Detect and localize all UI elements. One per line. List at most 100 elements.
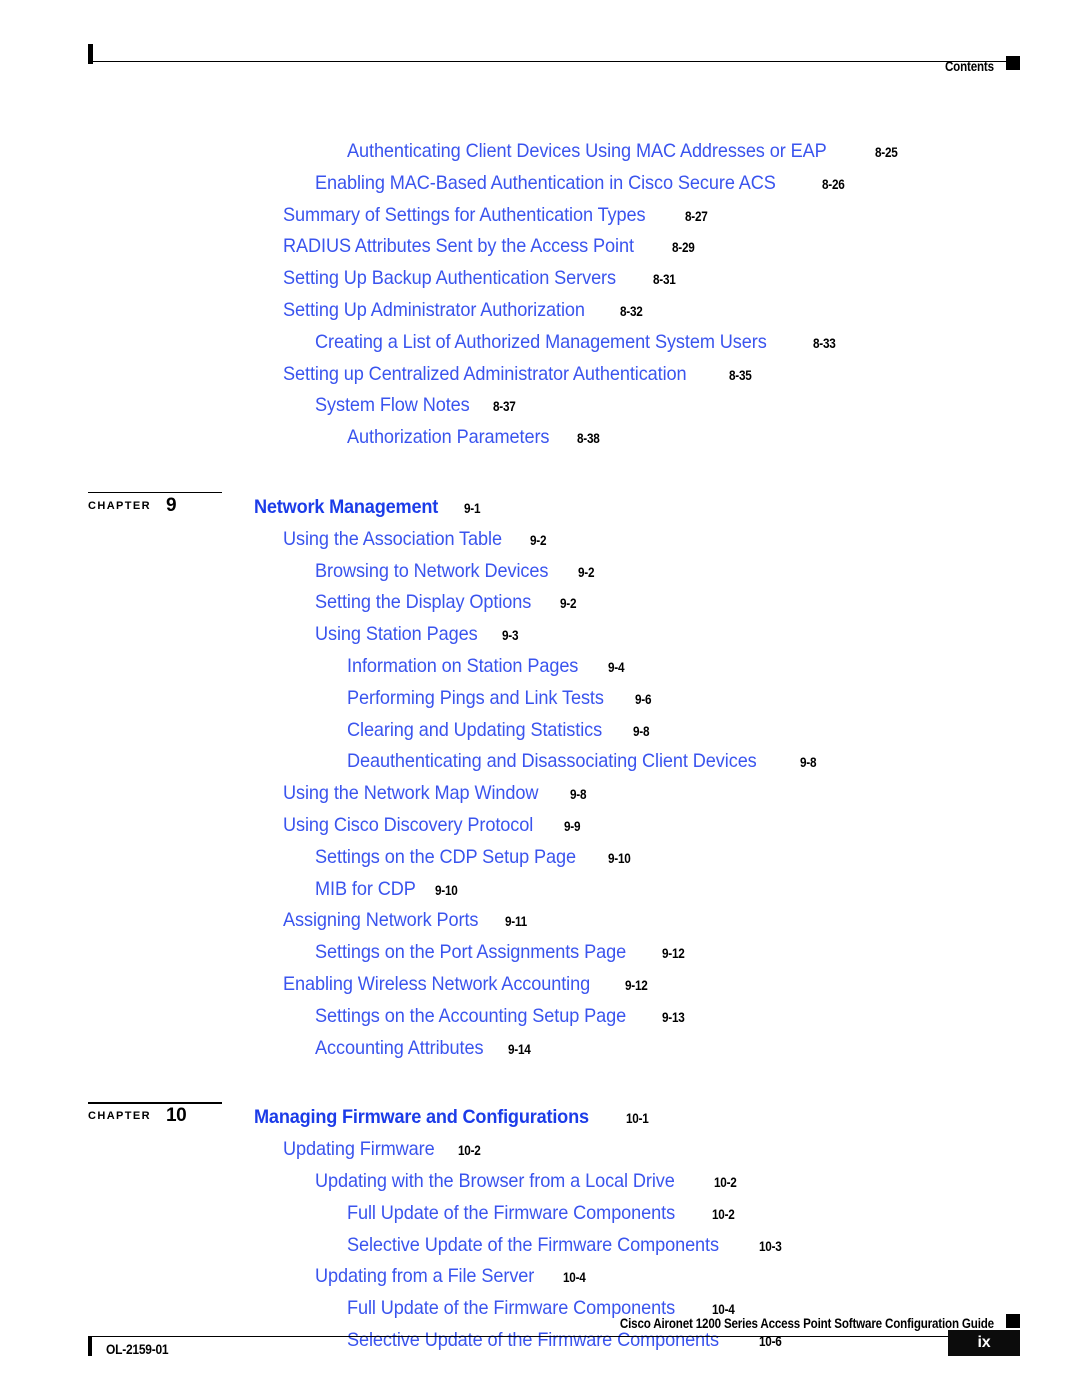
- toc-entry-link[interactable]: Browsing to Network Devices: [315, 560, 548, 583]
- toc-entry-row: Setting up Centralized Administrator Aut…: [0, 363, 1080, 395]
- toc-page-number: 9-8: [799, 754, 817, 771]
- toc-page-number: 10-4: [562, 1269, 586, 1286]
- toc-page-number: 8-29: [672, 239, 695, 256]
- toc-entry-link[interactable]: Enabling MAC-Based Authentication in Cis…: [315, 172, 776, 195]
- toc-entry-link[interactable]: Updating with the Browser from a Local D…: [315, 1170, 675, 1193]
- toc-entry-link[interactable]: Setting the Display Options: [315, 591, 531, 614]
- toc-page-number: 9-6: [635, 690, 652, 707]
- toc-page-number: 9-2: [577, 563, 595, 580]
- toc-entry-row: Authorization Parameters 8-38: [0, 426, 1080, 458]
- toc-page-number: 8-35: [728, 366, 752, 383]
- toc-page-number: 10-3: [758, 1237, 782, 1254]
- toc-page-number: 9-12: [625, 976, 648, 993]
- toc-entry-row: MIB for CDP 9-10: [0, 878, 1080, 910]
- toc-page-number: 9-10: [607, 849, 631, 866]
- toc-entry-link[interactable]: Setting Up Administrator Authorization: [283, 299, 585, 322]
- toc-entry-link[interactable]: Setting Up Backup Authentication Servers: [283, 267, 616, 290]
- toc-page-number: 9-11: [505, 913, 528, 930]
- toc-entry-row: Full Update of the Firmware Components 10…: [0, 1202, 1080, 1234]
- chapter-label: CHAPTER: [88, 1110, 151, 1123]
- toc-entry-row: Setting the Display Options 9-2: [0, 591, 1080, 623]
- toc-entry-link[interactable]: Clearing and Updating Statistics: [347, 719, 602, 742]
- toc-entry-link[interactable]: System Flow Notes: [315, 394, 470, 417]
- footer-rule: [91, 1336, 1020, 1337]
- header-title: Contents: [945, 59, 994, 74]
- toc-entry-row: Using the Network Map Window 9-8: [0, 782, 1080, 814]
- footer-document-number: OL-2159-01: [106, 1341, 169, 1357]
- toc-entry-row: Using Station Pages 9-3: [0, 623, 1080, 655]
- toc-entry-link[interactable]: Authorization Parameters: [347, 426, 549, 449]
- toc-entry-link[interactable]: Using Cisco Discovery Protocol: [283, 814, 533, 837]
- table-of-contents: Authenticating Client Devices Using MAC …: [0, 140, 1080, 1361]
- toc-entry-link[interactable]: Using Station Pages: [315, 623, 478, 646]
- toc-page-number: 9-9: [564, 817, 581, 834]
- toc-entry-row: Setting Up Backup Authentication Servers…: [0, 267, 1080, 299]
- toc-entry-row: Browsing to Network Devices 9-2: [0, 560, 1080, 592]
- toc-entry-link[interactable]: Authenticating Client Devices Using MAC …: [347, 140, 827, 163]
- toc-entry-link[interactable]: Settings on the Accounting Setup Page: [315, 1005, 626, 1028]
- toc-page-number: 8-25: [874, 144, 898, 160]
- toc-entry-link[interactable]: Performing Pings and Link Tests: [347, 687, 604, 710]
- chapter-marker: CHAPTER 9: [88, 491, 258, 522]
- toc-entry-row: Selective Update of the Firmware Compone…: [0, 1234, 1080, 1266]
- toc-entry-link[interactable]: Full Update of the Firmware Components: [347, 1202, 675, 1225]
- toc-page-number: 8-37: [493, 398, 516, 415]
- toc-entry-link[interactable]: Accounting Attributes: [315, 1037, 484, 1060]
- toc-section-spacer: [0, 458, 1080, 496]
- footer-page-number: ix: [977, 1334, 991, 1351]
- toc-entry-link[interactable]: Selective Update of the Firmware Compone…: [347, 1234, 719, 1257]
- chapter-rule: [88, 491, 222, 494]
- toc-entry-link[interactable]: MIB for CDP: [315, 878, 416, 901]
- toc-page-number: 9-2: [559, 595, 577, 612]
- footer-square-marker: [1006, 1314, 1020, 1328]
- toc-entry-link[interactable]: Setting up Centralized Administrator Aut…: [283, 363, 687, 386]
- toc-page-number: 10-2: [458, 1142, 481, 1159]
- toc-entry-link[interactable]: Updating Firmware: [283, 1138, 435, 1161]
- toc-entry-link[interactable]: RADIUS Attributes Sent by the Access Poi…: [283, 235, 634, 258]
- toc-entry-row: Updating Firmware 10-2: [0, 1138, 1080, 1170]
- toc-page-number: 9-2: [530, 531, 547, 548]
- chapter-marker: CHAPTER 10: [88, 1102, 258, 1132]
- document-page: Contents Authenticating Client Devices U…: [0, 0, 1080, 1397]
- toc-page-number: 9-12: [661, 945, 685, 962]
- toc-entry-link[interactable]: Summary of Settings for Authentication T…: [283, 204, 646, 227]
- toc-entry-link[interactable]: Information on Station Pages: [347, 655, 578, 678]
- toc-entry-row: Settings on the Accounting Setup Page 9-1…: [0, 1005, 1080, 1037]
- toc-chapter-link[interactable]: Network Management: [254, 496, 438, 519]
- toc-page-number: 8-31: [653, 271, 676, 288]
- toc-page-number: 8-33: [812, 334, 836, 351]
- toc-chapter-link[interactable]: Managing Firmware and Configurations: [254, 1106, 589, 1129]
- toc-entry-row: Summary of Settings for Authentication T…: [0, 204, 1080, 236]
- toc-entry-row: System Flow Notes 8-37: [0, 394, 1080, 426]
- toc-entry-row: Authenticating Client Devices Using MAC …: [0, 140, 1080, 172]
- toc-entry-link[interactable]: Deauthenticating and Disassociating Clie…: [347, 750, 757, 773]
- toc-entry-link[interactable]: Settings on the CDP Setup Page: [315, 846, 576, 869]
- toc-entry-link[interactable]: Updating from a File Server: [315, 1265, 534, 1288]
- footer-left-tick-mark: [88, 1336, 92, 1356]
- toc-entry-row: Settings on the CDP Setup Page 9-10: [0, 846, 1080, 878]
- toc-entry-link[interactable]: Creating a List of Authorized Management…: [315, 331, 767, 354]
- header-square-marker: [1006, 56, 1020, 70]
- footer-page-number-box: ix: [948, 1330, 1020, 1356]
- toc-entry-row: Assigning Network Ports 9-11: [0, 909, 1080, 941]
- toc-chapter-row: CHAPTER 9 Network Management 9-1: [0, 491, 1080, 528]
- toc-page-number: 9-1: [463, 499, 481, 516]
- toc-page-number: 8-32: [619, 302, 643, 319]
- toc-entry-row: Updating with the Browser from a Local D…: [0, 1170, 1080, 1202]
- toc-entry-row: Enabling Wireless Network Accounting 9-12: [0, 973, 1080, 1005]
- toc-entry-link[interactable]: Enabling Wireless Network Accounting: [283, 973, 590, 996]
- toc-page-number: 9-4: [607, 658, 625, 675]
- toc-entry-row: Updating from a File Server 10-4: [0, 1265, 1080, 1297]
- footer-guide-title: Cisco Aironet 1200 Series Access Point S…: [619, 1316, 994, 1331]
- chapter-number: 9: [166, 494, 177, 516]
- toc-entry-link[interactable]: Using the Network Map Window: [283, 782, 539, 805]
- toc-entry-link[interactable]: Using the Association Table: [283, 528, 502, 551]
- toc-entry-row: Accounting Attributes 9-14: [0, 1037, 1080, 1069]
- toc-entry-link[interactable]: Assigning Network Ports: [283, 909, 479, 932]
- page-header: Contents: [88, 44, 1020, 78]
- toc-entry-row: Clearing and Updating Statistics 9-8: [0, 719, 1080, 751]
- toc-entry-link[interactable]: Settings on the Port Assignments Page: [315, 941, 626, 964]
- toc-page-number: 9-8: [633, 722, 650, 739]
- toc-page-number: 9-10: [435, 881, 458, 898]
- chapter-rule: [88, 1102, 222, 1104]
